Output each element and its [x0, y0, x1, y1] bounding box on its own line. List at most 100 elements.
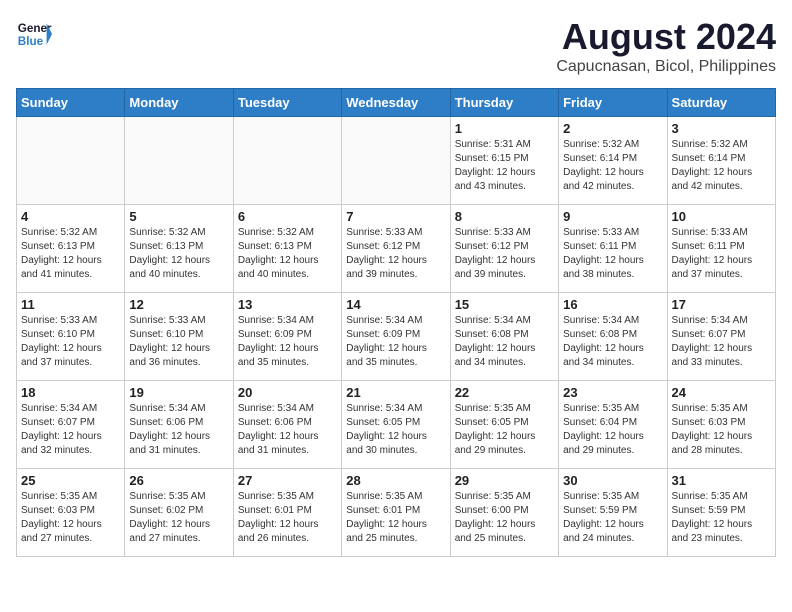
calendar-cell: 15 Sunrise: 5:34 AM Sunset: 6:08 PM Dayli… [450, 293, 558, 381]
calendar-cell: 19 Sunrise: 5:34 AM Sunset: 6:06 PM Dayli… [125, 381, 233, 469]
calendar-cell: 14 Sunrise: 5:34 AM Sunset: 6:09 PM Dayli… [342, 293, 450, 381]
day-info: Sunrise: 5:32 AM Sunset: 6:14 PM Dayligh… [672, 138, 771, 194]
day-number: 19 [129, 385, 228, 400]
week-row-2: 4Sunrise: 5:32 AM Sunset: 6:13 PM Daylig… [17, 205, 776, 293]
day-info: Sunrise: 5:35 AM Sunset: 6:03 PM Dayligh… [21, 490, 120, 546]
day-number: 26 [129, 473, 228, 488]
calendar-cell: 5Sunrise: 5:32 AM Sunset: 6:13 PM Daylig… [125, 205, 233, 293]
day-info: Sunrise: 5:34 AM Sunset: 6:07 PM Dayligh… [21, 402, 120, 458]
day-number: 2 [563, 121, 662, 136]
weekday-header-row: SundayMondayTuesdayWednesdayThursdayFrid… [17, 89, 776, 117]
day-info: Sunrise: 5:33 AM Sunset: 6:11 PM Dayligh… [672, 226, 771, 282]
day-number: 22 [455, 385, 554, 400]
day-number: 16 [563, 297, 662, 312]
calendar-cell: 11 Sunrise: 5:33 AM Sunset: 6:10 PM Dayli… [17, 293, 125, 381]
day-number: 24 [672, 385, 771, 400]
logo: General Blue [16, 16, 52, 52]
day-number: 1 [455, 121, 554, 136]
day-number: 6 [238, 209, 337, 224]
day-info: Sunrise: 5:33 AM Sunset: 6:11 PM Dayligh… [563, 226, 662, 282]
day-info: Sunrise: 5:34 AM Sunset: 6:09 PM Dayligh… [238, 314, 337, 370]
calendar-subtitle: Capucnasan, Bicol, Philippines [556, 58, 776, 76]
calendar-cell [125, 117, 233, 205]
calendar-cell [17, 117, 125, 205]
day-number: 9 [563, 209, 662, 224]
calendar-cell: 18 Sunrise: 5:34 AM Sunset: 6:07 PM Dayli… [17, 381, 125, 469]
day-info: Sunrise: 5:35 AM Sunset: 6:03 PM Dayligh… [672, 402, 771, 458]
day-info: Sunrise: 5:35 AM Sunset: 6:04 PM Dayligh… [563, 402, 662, 458]
day-number: 30 [563, 473, 662, 488]
day-info: Sunrise: 5:33 AM Sunset: 6:10 PM Dayligh… [129, 314, 228, 370]
day-number: 21 [346, 385, 445, 400]
day-number: 10 [672, 209, 771, 224]
day-info: Sunrise: 5:35 AM Sunset: 5:59 PM Dayligh… [672, 490, 771, 546]
day-info: Sunrise: 5:33 AM Sunset: 6:10 PM Dayligh… [21, 314, 120, 370]
weekday-header-monday: Monday [125, 89, 233, 117]
day-info: Sunrise: 5:34 AM Sunset: 6:08 PM Dayligh… [455, 314, 554, 370]
day-number: 15 [455, 297, 554, 312]
day-info: Sunrise: 5:34 AM Sunset: 6:05 PM Dayligh… [346, 402, 445, 458]
weekday-header-sunday: Sunday [17, 89, 125, 117]
weekday-header-wednesday: Wednesday [342, 89, 450, 117]
calendar-cell: 6Sunrise: 5:32 AM Sunset: 6:13 PM Daylig… [233, 205, 341, 293]
calendar-cell: 3 Sunrise: 5:32 AM Sunset: 6:14 PM Daylig… [667, 117, 775, 205]
calendar-cell: 7 Sunrise: 5:33 AM Sunset: 6:12 PM Daylig… [342, 205, 450, 293]
calendar-cell: 22 Sunrise: 5:35 AM Sunset: 6:05 PM Dayli… [450, 381, 558, 469]
day-number: 13 [238, 297, 337, 312]
week-row-3: 11 Sunrise: 5:33 AM Sunset: 6:10 PM Dayli… [17, 293, 776, 381]
day-number: 14 [346, 297, 445, 312]
calendar-cell [233, 117, 341, 205]
weekday-header-thursday: Thursday [450, 89, 558, 117]
day-info: Sunrise: 5:35 AM Sunset: 6:05 PM Dayligh… [455, 402, 554, 458]
weekday-header-tuesday: Tuesday [233, 89, 341, 117]
calendar-table: SundayMondayTuesdayWednesdayThursdayFrid… [16, 88, 776, 557]
weekday-header-saturday: Saturday [667, 89, 775, 117]
day-number: 7 [346, 209, 445, 224]
week-row-1: 1 Sunrise: 5:31 AM Sunset: 6:15 PM Daylig… [17, 117, 776, 205]
calendar-cell: 31 Sunrise: 5:35 AM Sunset: 5:59 PM Dayli… [667, 469, 775, 557]
day-number: 31 [672, 473, 771, 488]
day-number: 23 [563, 385, 662, 400]
calendar-cell: 4Sunrise: 5:32 AM Sunset: 6:13 PM Daylig… [17, 205, 125, 293]
day-info: Sunrise: 5:34 AM Sunset: 6:06 PM Dayligh… [238, 402, 337, 458]
day-info: Sunrise: 5:33 AM Sunset: 6:12 PM Dayligh… [346, 226, 445, 282]
calendar-cell: 1 Sunrise: 5:31 AM Sunset: 6:15 PM Daylig… [450, 117, 558, 205]
day-info: Sunrise: 5:31 AM Sunset: 6:15 PM Dayligh… [455, 138, 554, 194]
day-info: Sunrise: 5:35 AM Sunset: 6:02 PM Dayligh… [129, 490, 228, 546]
calendar-cell: 16 Sunrise: 5:34 AM Sunset: 6:08 PM Dayli… [559, 293, 667, 381]
day-info: Sunrise: 5:35 AM Sunset: 5:59 PM Dayligh… [563, 490, 662, 546]
day-info: Sunrise: 5:34 AM Sunset: 6:07 PM Dayligh… [672, 314, 771, 370]
day-number: 11 [21, 297, 120, 312]
day-number: 3 [672, 121, 771, 136]
logo-icon: General Blue [16, 16, 52, 52]
day-number: 12 [129, 297, 228, 312]
day-number: 8 [455, 209, 554, 224]
day-number: 4 [21, 209, 120, 224]
calendar-cell: 28Sunrise: 5:35 AM Sunset: 6:01 PM Dayli… [342, 469, 450, 557]
day-number: 18 [21, 385, 120, 400]
day-number: 20 [238, 385, 337, 400]
calendar-cell: 21 Sunrise: 5:34 AM Sunset: 6:05 PM Dayli… [342, 381, 450, 469]
calendar-cell: 13 Sunrise: 5:34 AM Sunset: 6:09 PM Dayli… [233, 293, 341, 381]
day-info: Sunrise: 5:35 AM Sunset: 6:00 PM Dayligh… [455, 490, 554, 546]
week-row-5: 25 Sunrise: 5:35 AM Sunset: 6:03 PM Dayli… [17, 469, 776, 557]
week-row-4: 18 Sunrise: 5:34 AM Sunset: 6:07 PM Dayli… [17, 381, 776, 469]
calendar-cell: 20 Sunrise: 5:34 AM Sunset: 6:06 PM Dayli… [233, 381, 341, 469]
weekday-header-friday: Friday [559, 89, 667, 117]
calendar-cell: 10 Sunrise: 5:33 AM Sunset: 6:11 PM Dayli… [667, 205, 775, 293]
calendar-cell: 30 Sunrise: 5:35 AM Sunset: 5:59 PM Dayli… [559, 469, 667, 557]
day-number: 25 [21, 473, 120, 488]
calendar-cell: 2Sunrise: 5:32 AM Sunset: 6:14 PM Daylig… [559, 117, 667, 205]
day-info: Sunrise: 5:34 AM Sunset: 6:09 PM Dayligh… [346, 314, 445, 370]
title-block: August 2024 Capucnasan, Bicol, Philippin… [556, 16, 776, 76]
day-number: 17 [672, 297, 771, 312]
page-header: General Blue August 2024 Capucnasan, Bic… [16, 16, 776, 76]
day-info: Sunrise: 5:35 AM Sunset: 6:01 PM Dayligh… [346, 490, 445, 546]
calendar-cell: 29Sunrise: 5:35 AM Sunset: 6:00 PM Dayli… [450, 469, 558, 557]
svg-text:Blue: Blue [18, 35, 44, 48]
calendar-cell: 12 Sunrise: 5:33 AM Sunset: 6:10 PM Dayli… [125, 293, 233, 381]
calendar-title: August 2024 [556, 16, 776, 58]
day-info: Sunrise: 5:34 AM Sunset: 6:06 PM Dayligh… [129, 402, 228, 458]
day-info: Sunrise: 5:33 AM Sunset: 6:12 PM Dayligh… [455, 226, 554, 282]
day-info: Sunrise: 5:34 AM Sunset: 6:08 PM Dayligh… [563, 314, 662, 370]
